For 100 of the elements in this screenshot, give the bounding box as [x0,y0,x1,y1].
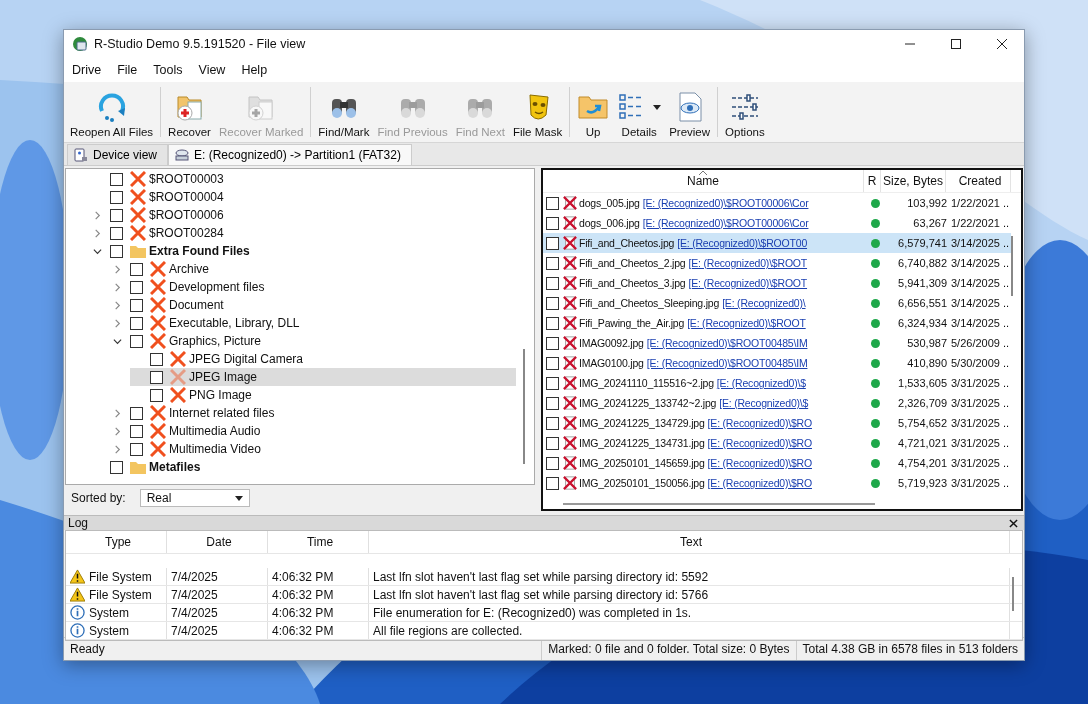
file-path-link[interactable]: [E: (Recognized0)\$RO [707,437,812,449]
toolbar-button[interactable]: Find/Mark [314,83,374,141]
file-path-link[interactable]: [E: (Recognized0)\$RO [707,457,812,469]
checkbox[interactable] [110,226,123,240]
file-path-link[interactable]: [E: (Recognized0)\ [722,297,806,309]
file-name[interactable]: IMAG0100.jpg [579,357,644,369]
file-path-link[interactable]: [E: (Recognized0)\$ [716,377,806,389]
file-path-link[interactable]: [E: (Recognized0)\$ROOT [687,317,806,329]
tree-item-label[interactable]: JPEG Digital Camera [189,352,304,366]
toolbar-button[interactable]: Details [613,83,666,141]
tab[interactable]: E: (Recognized0) -> Partition1 (FAT32) [168,144,412,165]
close-icon[interactable] [996,38,1008,50]
file-name[interactable]: dogs_005.jpg [579,197,640,209]
file-path-link[interactable]: [E: (Recognized0)\$ROOT00006\Cor [642,197,809,209]
tab[interactable]: Device view [67,144,169,165]
menu-item[interactable]: Drive [66,63,108,77]
chevron-right-icon[interactable] [112,426,122,436]
tree-item-label[interactable]: Multimedia Video [169,442,261,456]
checkbox[interactable] [546,456,559,470]
checkbox[interactable] [130,406,143,420]
checkbox[interactable] [546,356,559,370]
file-name[interactable]: IMG_20241225_133742~2.jpg [579,397,717,409]
menu-item[interactable]: View [192,63,232,77]
checkbox[interactable] [546,276,559,290]
scrollbar-thumb[interactable] [1011,236,1013,296]
checkbox[interactable] [110,460,123,474]
checkbox[interactable] [130,316,143,330]
tree-item-label[interactable]: Executable, Library, DLL [169,316,300,330]
file-name[interactable]: IMG_20241225_134729.jpg [579,417,705,429]
checkbox[interactable] [150,370,163,384]
checkbox[interactable] [130,298,143,312]
toolbar-button[interactable]: Preview [665,83,715,141]
chevron-down-icon[interactable] [112,336,122,346]
checkbox[interactable] [110,244,123,258]
checkbox[interactable] [110,208,123,222]
checkbox[interactable] [546,196,559,210]
tree-item-label[interactable]: PNG Image [189,388,252,402]
checkbox[interactable] [150,352,163,366]
checkbox[interactable] [130,334,143,348]
menu-item[interactable]: Tools [147,63,189,77]
file-name[interactable]: Fifi_and_Cheetos_3.jpg [579,277,686,289]
checkbox[interactable] [546,336,559,350]
checkbox[interactable] [130,280,143,294]
chevron-right-icon[interactable] [112,318,122,328]
file-path-link[interactable]: [E: (Recognized0)\$RO [707,417,812,429]
checkbox[interactable] [546,256,559,270]
column-header[interactable]: Size, Bytes [881,170,946,192]
toolbar-button[interactable]: Options [721,83,769,141]
tree-item-label[interactable]: $ROOT00003 [149,172,224,186]
file-name[interactable]: IMG_20241225_134731.jpg [579,437,705,449]
file-path-link[interactable]: [E: (Recognized0)\$ROOT [688,257,808,269]
close-icon[interactable] [1009,518,1018,528]
file-name[interactable]: Fifi_and_Cheetos_2.jpg [579,257,686,269]
column-header[interactable]: Time [268,531,369,553]
file-path-link[interactable]: [E: (Recognized0)\$ROOT00 [677,237,808,249]
tree-item-label[interactable]: $ROOT00006 [149,208,224,222]
tree-item-label[interactable]: Internet related files [169,406,275,420]
column-header[interactable]: Date [167,531,268,553]
menu-item[interactable]: File [111,63,144,77]
chevron-down-icon[interactable] [92,246,102,256]
chevron-right-icon[interactable] [112,264,122,274]
file-path-link[interactable]: [E: (Recognized0)\$ROOT00485\IM [646,337,808,349]
tree-item-label[interactable]: Archive [169,262,209,276]
scrollbar-thumb[interactable] [1012,577,1014,611]
caret-icon[interactable] [653,104,662,110]
chevron-right-icon[interactable] [112,300,122,310]
file-path-link[interactable]: [E: (Recognized0)\$ROOT00485\IM [646,357,808,369]
checkbox[interactable] [546,396,559,410]
menu-item[interactable]: Help [235,63,274,77]
toolbar-button[interactable]: File Mask [508,83,567,141]
tree-item-highlight[interactable]: JPEG Image [130,368,516,386]
checkbox[interactable] [546,476,559,490]
file-path-link[interactable]: [E: (Recognized0)\$ [719,397,809,409]
tree-item-label[interactable]: Extra Found Files [149,244,250,258]
checkbox[interactable] [110,172,123,186]
column-header[interactable]: Type [66,531,167,553]
file-path-link[interactable]: [E: (Recognized0)\$ROOT [688,277,808,289]
checkbox[interactable] [546,216,559,230]
chevron-right-icon[interactable] [112,408,122,418]
toolbar-button[interactable]: Reopen All Files [66,83,158,141]
toolbar-button[interactable]: Up [573,83,614,141]
file-name[interactable]: dogs_006.jpg [579,217,640,229]
tree-item-label[interactable]: $ROOT00284 [149,226,224,240]
maximize-icon[interactable] [950,38,962,50]
checkbox[interactable] [130,262,143,276]
column-header[interactable]: R [864,170,881,192]
file-name[interactable]: Fifi_and_Cheetos.jpg [579,237,675,249]
scrollbar-thumb[interactable] [523,349,525,464]
file-name[interactable]: IMG_20241110_115516~2.jpg [579,377,714,389]
file-name[interactable]: Fifi_and_Cheetos_Sleeping.jpg [579,297,720,309]
column-header[interactable]: Name [543,170,864,192]
tree-item-label[interactable]: Metafiles [149,460,201,474]
column-header[interactable]: Text [369,531,1010,553]
checkbox[interactable] [546,316,559,330]
chevron-right-icon[interactable] [112,282,122,292]
row-highlight[interactable]: Fifi_and_Cheetos.jpg [E: (Recognized0)\$ROOT00 6,579,741 3/14/2025 .. [543,233,1011,253]
tree-item-label[interactable]: $ROOT00004 [149,190,224,204]
checkbox[interactable] [130,424,143,438]
checkbox[interactable] [546,296,559,310]
toolbar-button[interactable]: Recover [164,83,215,141]
